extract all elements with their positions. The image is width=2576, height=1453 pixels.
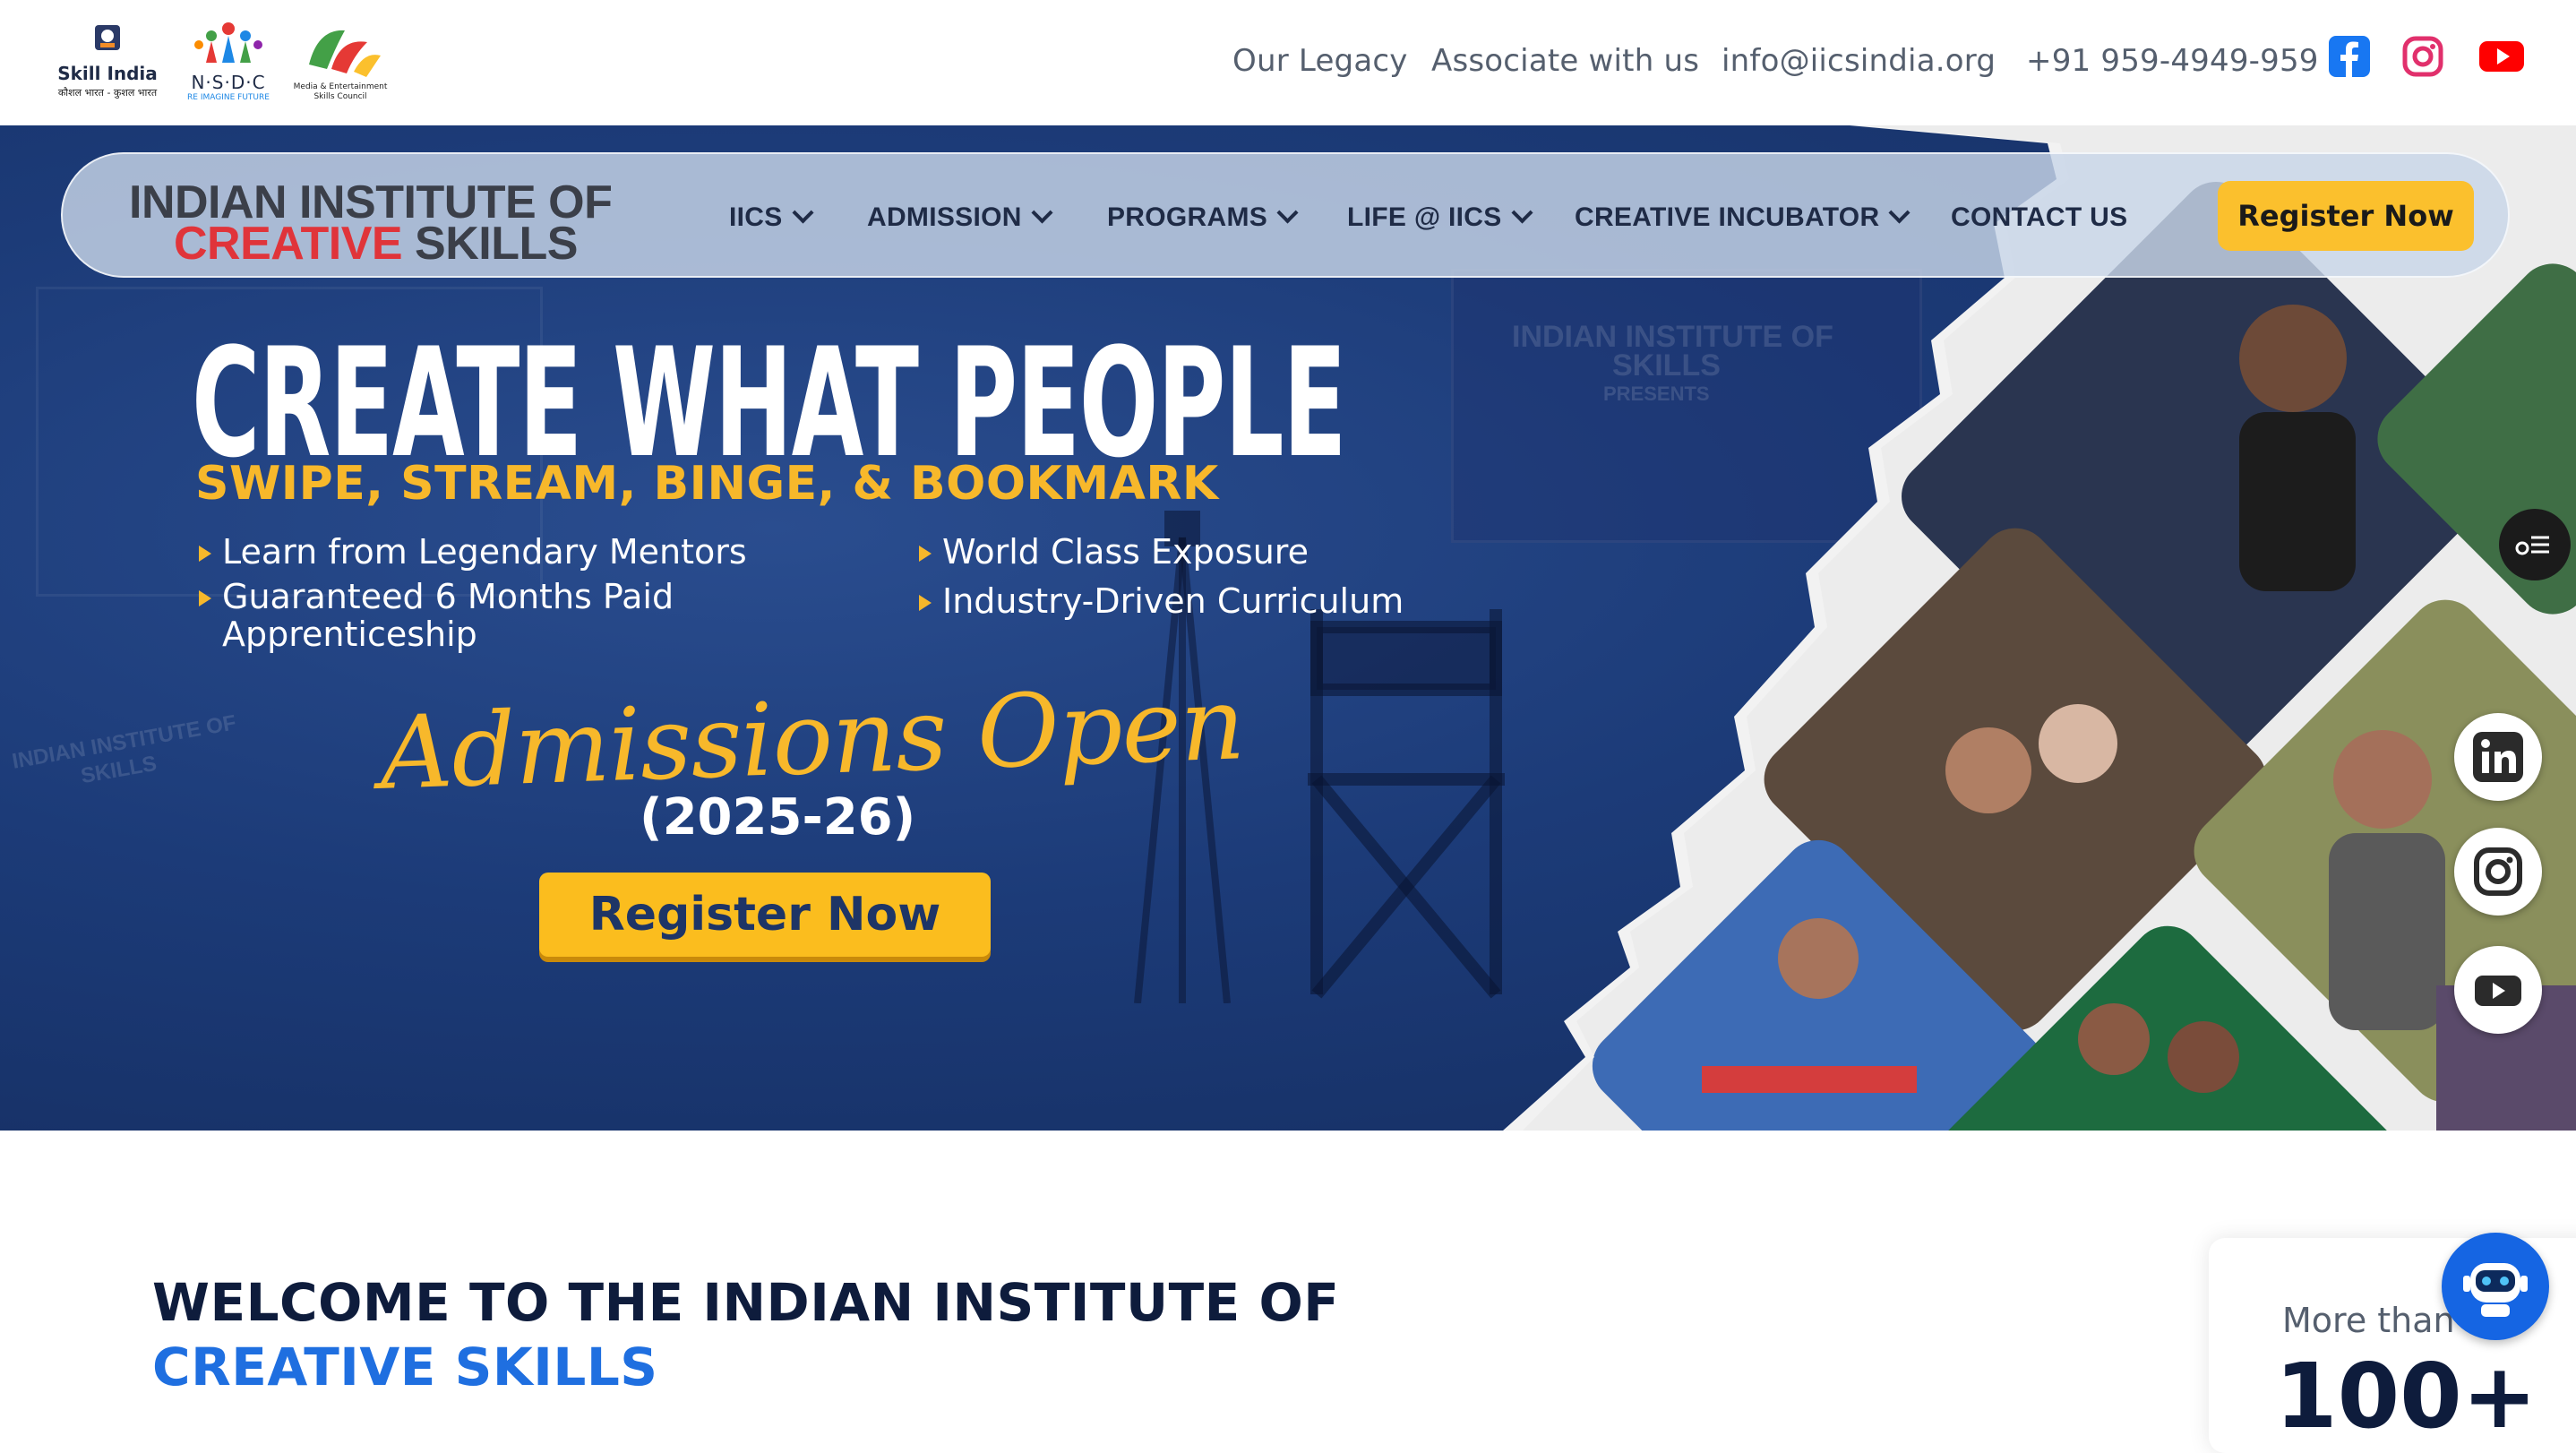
nav-item-label: LIFE @ IICS xyxy=(1347,202,1502,232)
bullet-arrow-icon xyxy=(199,546,211,562)
stat-label: More than xyxy=(2282,1301,2455,1340)
bullet-text: Guaranteed 6 Months Paid xyxy=(222,577,674,616)
facebook-icon[interactable] xyxy=(2327,34,2372,79)
bullet-text: Learn from Legendary Mentors xyxy=(222,532,747,572)
chevron-down-icon xyxy=(1276,202,1299,224)
hero-subheadline: SWIPE, STREAM, BINGE, & BOOKMARK xyxy=(195,457,1219,511)
nav-item-admission[interactable]: ADMISSION xyxy=(867,202,1053,233)
hero-register-button[interactable]: Register Now xyxy=(539,873,991,957)
iics-brand-logo[interactable]: INDIAN INSTITUTE OF CREATIVE SKILLS xyxy=(129,176,613,270)
nav-item-label: CONTACT US xyxy=(1951,202,2128,232)
welcome-heading-highlight: CREATIVE SKILLS xyxy=(152,1337,658,1397)
youtube-icon xyxy=(2475,976,2521,1006)
instagram-icon xyxy=(2474,847,2522,896)
robot-icon xyxy=(2463,1263,2528,1317)
nav-item-life-at-iics[interactable]: LIFE @ IICS xyxy=(1347,202,1533,233)
brand-word-creative: CREATIVE xyxy=(174,218,403,270)
nsdc-logo[interactable]: N·S·D·C RE IMAGINE FUTURE xyxy=(179,20,278,109)
brand-line-2: CREATIVE SKILLS xyxy=(174,217,578,271)
list-settings-icon xyxy=(2515,536,2549,555)
nsdc-name: N·S·D·C xyxy=(191,72,266,93)
nav-register-button[interactable]: Register Now xyxy=(2218,181,2474,251)
top-bar: Skill India कौशल भारत - कुशल भारत N·S·D·… xyxy=(0,0,2576,125)
hero-bullet: Guaranteed 6 Months Paid Apprenticeship xyxy=(199,577,674,654)
email-link[interactable]: info@iicsindia.org xyxy=(1722,43,1996,79)
admissions-year: (2025-26) xyxy=(640,788,916,847)
bullet-arrow-icon xyxy=(919,546,932,562)
chatbot-button[interactable] xyxy=(2442,1233,2549,1340)
bullet-arrow-icon xyxy=(199,590,211,606)
bullet-arrow-icon xyxy=(919,595,932,611)
welcome-heading: WELCOME TO THE INDIAN INSTITUTE OF xyxy=(152,1272,1340,1333)
main-navbar: INDIAN INSTITUTE OF CREATIVE SKILLS IICS… xyxy=(61,152,2510,278)
nsdc-people-icon xyxy=(194,22,262,63)
linkedin-icon xyxy=(2473,732,2523,782)
hero-bullet: Learn from Legendary Mentors xyxy=(199,532,747,572)
chevron-down-icon xyxy=(1031,202,1053,224)
nav-item-creative-incubator[interactable]: CREATIVE INCUBATOR xyxy=(1575,202,1911,233)
side-youtube-button[interactable] xyxy=(2454,946,2542,1034)
stat-value: 100+ xyxy=(2275,1344,2537,1449)
mesc-figure-icon xyxy=(309,30,381,77)
mesc-logo[interactable]: Media & Entertainment Skills Council xyxy=(291,20,390,109)
bullet-text-continued: Apprenticeship xyxy=(222,615,477,654)
chevron-down-icon xyxy=(792,202,814,224)
hero-bullet: World Class Exposure xyxy=(919,532,1309,572)
nav-item-label: IICS xyxy=(729,202,783,232)
associate-link[interactable]: Associate with us xyxy=(1431,43,1699,79)
chevron-down-icon xyxy=(1888,202,1911,224)
bullet-text: World Class Exposure xyxy=(942,532,1309,572)
youtube-icon[interactable] xyxy=(2479,34,2524,79)
quick-menu-button[interactable] xyxy=(2499,509,2571,580)
phone-link[interactable]: +91 959-4949-959 xyxy=(2026,43,2319,79)
nav-item-label: CREATIVE INCUBATOR xyxy=(1575,202,1880,232)
bullet-text: Industry-Driven Curriculum xyxy=(942,581,1404,621)
nav-item-label: PROGRAMS xyxy=(1107,202,1268,232)
nav-item-iics[interactable]: IICS xyxy=(729,202,814,233)
skill-india-name: Skill India xyxy=(57,63,158,84)
hero-banner: INDIAN INSTITUTE OF SKILLS PRESENTS INDI… xyxy=(0,125,2576,1131)
skill-india-tagline: कौशल भारत - कुशल भारत xyxy=(57,87,158,99)
skill-india-logo[interactable]: Skill India कौशल भारत - कुशल भारत xyxy=(54,20,161,109)
nav-item-programs[interactable]: PROGRAMS xyxy=(1107,202,1299,233)
mesc-tagline: Media & Entertainment Skills Council xyxy=(293,82,388,101)
nav-item-label: ADMISSION xyxy=(867,202,1022,232)
nav-item-contact-us[interactable]: CONTACT US xyxy=(1951,202,2127,233)
nsdc-tagline: RE IMAGINE FUTURE xyxy=(187,93,270,102)
chevron-down-icon xyxy=(1511,202,1533,224)
hero-bullet: Industry-Driven Curriculum xyxy=(919,581,1404,621)
side-linkedin-button[interactable] xyxy=(2454,713,2542,801)
our-legacy-link[interactable]: Our Legacy xyxy=(1232,43,1408,79)
instagram-icon[interactable] xyxy=(2400,34,2445,79)
side-instagram-button[interactable] xyxy=(2454,828,2542,916)
brand-word-skills: SKILLS xyxy=(415,218,578,270)
